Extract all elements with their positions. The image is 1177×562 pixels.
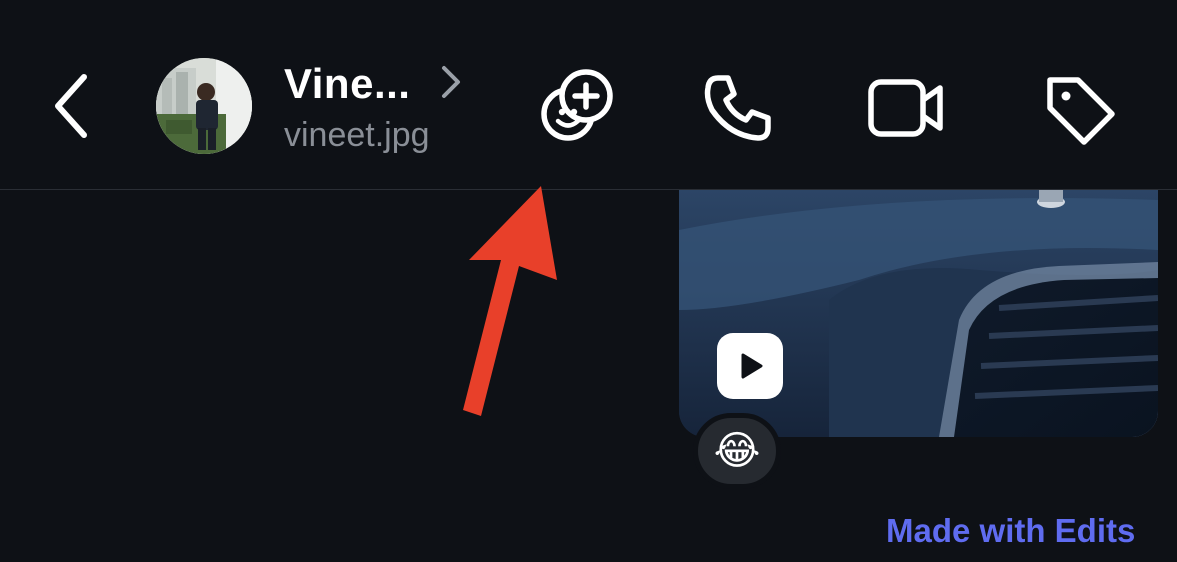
back-button[interactable]: [40, 66, 104, 146]
chat-header: Vine... vineet.jpg: [0, 0, 1177, 190]
phone-icon: [704, 75, 771, 141]
video-message-thumbnail[interactable]: [679, 190, 1158, 437]
video-call-button[interactable]: [866, 70, 948, 146]
tag-button[interactable]: [1040, 70, 1120, 146]
avatar-image: [156, 58, 252, 154]
video-thumbnail-image: [679, 190, 1158, 437]
sticker-add-icon: [541, 69, 613, 141]
chevron-right-icon[interactable]: [438, 64, 464, 100]
voice-call-button[interactable]: [700, 70, 776, 146]
play-button[interactable]: [717, 333, 783, 399]
made-with-edits-link[interactable]: Made with Edits: [886, 512, 1135, 550]
annotation-arrow: [463, 186, 557, 416]
message-reaction[interactable]: 😂: [693, 413, 781, 489]
sticker-add-button[interactable]: [536, 66, 618, 148]
contact-username[interactable]: vineet.jpg: [284, 116, 430, 155]
avatar[interactable]: [156, 58, 252, 154]
chat-screen: Vine... vineet.jpg 😂 Made with Edits: [0, 0, 1177, 562]
play-icon: [741, 353, 763, 379]
contact-name[interactable]: Vine...: [284, 60, 410, 108]
chevron-left-icon: [55, 74, 87, 138]
tag-icon: [1047, 77, 1115, 145]
video-camera-icon: [868, 79, 943, 137]
